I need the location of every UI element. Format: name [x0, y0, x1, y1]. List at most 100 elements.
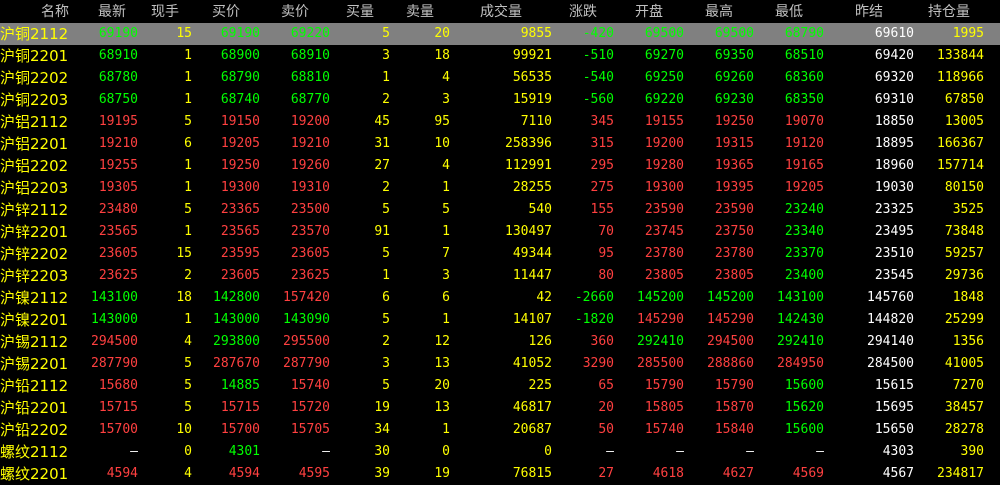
quote-row[interactable]: 沪铅2201 15715 5 15715 15720 19 13 46817 20 15805 15…	[0, 397, 1000, 419]
open-price: 15790	[644, 378, 684, 393]
high-price: 23590	[714, 202, 754, 217]
bid-price: 293800	[213, 334, 260, 349]
header-low[interactable]: 最低	[754, 1, 824, 23]
open-price: 23805	[644, 268, 684, 283]
ask-price: 23500	[290, 202, 330, 217]
header-open-interest[interactable]: 持仓量	[914, 1, 984, 23]
bid-price: 23605	[220, 268, 260, 283]
high-price: 288860	[707, 356, 754, 371]
open-price: 19155	[644, 114, 684, 129]
header-change[interactable]: 涨跌	[552, 1, 614, 23]
current-hand: 10	[176, 422, 192, 437]
contract-name: 沪铝2202	[0, 157, 69, 175]
low-price: 23400	[784, 268, 824, 283]
volume: 130497	[505, 224, 552, 239]
current-hand: 0	[184, 444, 192, 459]
current-hand: 1	[184, 48, 192, 63]
current-hand: 4	[184, 334, 192, 349]
low-price: 284950	[777, 356, 824, 371]
header-hand[interactable]: 现手	[138, 1, 192, 23]
quote-row[interactable]: 沪铜2201 68910 1 68900 68910 3 18 99921 -510 69270 6…	[0, 45, 1000, 67]
prev-settle: 18850	[874, 114, 914, 129]
header-ask-volume[interactable]: 卖量	[390, 1, 450, 23]
prev-settle: 4303	[882, 444, 914, 459]
quote-row[interactable]: 沪锡2112 294500 4 293800 295500 2 12 126 360 292410…	[0, 331, 1000, 353]
quote-row[interactable]: 沪锌2112 23480 5 23365 23500 5 5 540 155 23590 23590…	[0, 199, 1000, 221]
quote-row[interactable]: 螺纹2112 — 0 4301 — 30 0 0 — — — — 4303 390	[0, 441, 1000, 463]
header-bid[interactable]: 买价	[192, 1, 260, 23]
open-interest: 157714	[937, 158, 984, 173]
last-price: 68750	[98, 92, 138, 107]
current-hand: 5	[184, 356, 192, 371]
prev-settle: 145760	[867, 290, 914, 305]
quote-row[interactable]: 沪铅2112 15680 5 14885 15740 5 20 225 65 15790 15790…	[0, 375, 1000, 397]
volume: 56535	[512, 70, 552, 85]
contract-name: 沪铝2112	[0, 113, 69, 131]
header-volume[interactable]: 成交量	[450, 1, 552, 23]
high-price: 145200	[707, 290, 754, 305]
change: 360	[590, 334, 614, 349]
low-price: 23340	[784, 224, 824, 239]
quote-row[interactable]: 沪铅2202 15700 10 15700 15705 34 1 20687 50 15740 15…	[0, 419, 1000, 441]
open-interest: 234817	[937, 466, 984, 481]
bid-volume: 5	[382, 26, 390, 41]
change: -420	[582, 26, 614, 41]
bid-volume: 27	[374, 158, 390, 173]
quote-row[interactable]: 沪镍2201 143000 1 143000 143090 5 1 14107 -1820 145…	[0, 309, 1000, 331]
quote-row[interactable]: 沪铜2203 68750 1 68740 68770 2 3 15919 -560 69220 69…	[0, 89, 1000, 111]
quote-row[interactable]: 沪铝2203 19305 1 19300 19310 2 1 28255 275 19300 193…	[0, 177, 1000, 199]
change: 20	[598, 400, 614, 415]
ask-volume: 4	[442, 70, 450, 85]
header-bid-volume[interactable]: 买量	[330, 1, 390, 23]
bid-price: 14885	[220, 378, 260, 393]
prev-settle: 23495	[874, 224, 914, 239]
change: 345	[590, 114, 614, 129]
change: 275	[590, 180, 614, 195]
open-price: 4618	[652, 466, 684, 481]
open-interest: 1356	[952, 334, 984, 349]
header-prev-settle[interactable]: 昨结	[824, 1, 914, 23]
quote-row[interactable]: 沪锌2203 23625 2 23605 23625 1 3 11447 80 23805 2380…	[0, 265, 1000, 287]
volume: 99921	[512, 48, 552, 63]
change: -560	[582, 92, 614, 107]
quote-row[interactable]: 沪镍2112 143100 18 142800 157420 6 6 42 -2660 14520…	[0, 287, 1000, 309]
last-price: 15715	[98, 400, 138, 415]
prev-settle: 69310	[874, 92, 914, 107]
low-price: 19070	[784, 114, 824, 129]
open-price: 69500	[644, 26, 684, 41]
change: 155	[590, 202, 614, 217]
last-price: 69190	[98, 26, 138, 41]
quote-row[interactable]: 沪锌2201 23565 1 23565 23570 91 1 130497 70 23745 23…	[0, 221, 1000, 243]
last-price: 19195	[98, 114, 138, 129]
ask-price: 19310	[290, 180, 330, 195]
quote-row[interactable]: 沪铜2202 68780 1 68790 68810 1 4 56535 -540 69250 69…	[0, 67, 1000, 89]
quote-row[interactable]: 沪铝2112 19195 5 19150 19200 45 95 7110 345 19155 19…	[0, 111, 1000, 133]
change: 315	[590, 136, 614, 151]
ask-price: 143090	[283, 312, 330, 327]
last-price: —	[130, 444, 138, 459]
header-high[interactable]: 最高	[684, 1, 754, 23]
contract-name: 沪铜2203	[0, 91, 69, 109]
header-name[interactable]: 名称	[38, 1, 72, 23]
bid-volume: 1	[382, 268, 390, 283]
quote-row[interactable]: 沪铝2201 19210 6 19205 19210 31 10 258396 315 19200…	[0, 133, 1000, 155]
ask-price: 19210	[290, 136, 330, 151]
header-ask[interactable]: 卖价	[260, 1, 330, 23]
open-interest: 1848	[952, 290, 984, 305]
ask-volume: 1	[442, 422, 450, 437]
quote-row[interactable]: 沪锡2201 287790 5 287670 287790 3 13 41052 3290 285…	[0, 353, 1000, 375]
header-open[interactable]: 开盘	[614, 1, 684, 23]
header-last[interactable]: 最新	[86, 1, 138, 23]
quote-row[interactable]: 沪铝2202 19255 1 19250 19260 27 4 112991 295 19280 1…	[0, 155, 1000, 177]
change: 80	[598, 268, 614, 283]
quote-row[interactable]: 沪锌2202 23605 15 23595 23605 5 7 49344 95 23780 237…	[0, 243, 1000, 265]
open-interest: 1995	[952, 26, 984, 41]
open-price: 23780	[644, 246, 684, 261]
quote-row[interactable]: 螺纹2201 4594 4 4594 4595 39 19 76815 27 4618 4627 45…	[0, 463, 1000, 485]
low-price: 23370	[784, 246, 824, 261]
contract-name: 沪锌2112	[0, 201, 69, 219]
open-interest: 390	[960, 444, 984, 459]
ask-volume: 4	[442, 158, 450, 173]
quote-row[interactable]: 沪铜2112 69190 15 69190 69220 5 20 9855 -420 69500 6…	[0, 23, 1000, 45]
contract-name: 沪铅2201	[0, 399, 69, 417]
